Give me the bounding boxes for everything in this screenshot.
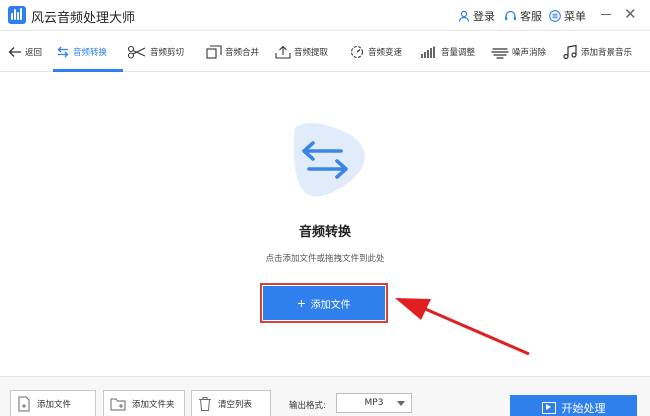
close-button[interactable]: ✕: [624, 7, 637, 22]
menu-label: 菜单: [564, 10, 586, 23]
music-note-icon: [563, 44, 577, 60]
tab-audio-extract[interactable]: 音频提取: [275, 43, 328, 61]
tool-tabs: 返回 音频转换 音频剪切 音频合并 音频提取 音频变速 音量调整 噪声消除 添加…: [0, 31, 650, 72]
start-process-button[interactable]: 开始处理: [510, 395, 637, 416]
volume-bars-icon: [421, 46, 435, 58]
bottom-toolbar: 添加文件 添加文件夹 清空列表 输出格式: MP3 开始处理: [0, 376, 650, 416]
service-label: 客服: [520, 10, 542, 23]
tab-label: 添加背景音乐: [581, 48, 633, 58]
minimize-button[interactable]: [601, 14, 611, 15]
add-folder-label: 添加文件夹: [132, 399, 175, 410]
login-label: 登录: [473, 10, 495, 23]
back-arrow-icon: [8, 47, 21, 57]
headset-icon: [505, 10, 516, 20]
tab-label: 音频剪切: [150, 48, 185, 58]
merge-icon: [206, 45, 222, 59]
format-value: MP3: [364, 398, 384, 408]
tab-label: 音频转换: [73, 48, 108, 58]
extract-icon: [275, 45, 291, 59]
tab-volume-adjust[interactable]: 音量调整: [420, 43, 475, 61]
tab-label: 音量调整: [441, 48, 476, 58]
app-title: 风云音频处理大师: [31, 11, 136, 26]
play-icon: [541, 401, 556, 414]
drop-zone[interactable]: 音频转换 点击添加文件或拖拽文件到此处 + 添加文件: [0, 72, 650, 362]
add-file-button[interactable]: + 添加文件: [263, 286, 385, 320]
scissors-icon: [127, 45, 146, 59]
title-bar: 风云音频处理大师 登录 客服 菜单 ✕: [0, 0, 650, 31]
format-select[interactable]: MP3: [336, 393, 412, 413]
bottom-add-file-label: 添加文件: [37, 399, 72, 410]
menu-button[interactable]: 菜单: [549, 8, 586, 24]
tab-audio-speed[interactable]: 音频变速: [349, 43, 402, 61]
tab-noise-removal[interactable]: 噪声消除: [491, 43, 546, 61]
convert-hero-icon: [293, 123, 365, 197]
tab-label: 音频提取: [294, 48, 329, 58]
start-label: 开始处理: [561, 402, 606, 415]
clear-list-label: 清空列表: [218, 399, 253, 410]
add-folder-button[interactable]: 添加文件夹: [103, 390, 185, 416]
app-logo-icon: [8, 6, 26, 24]
tab-label: 返回: [25, 48, 43, 58]
trash-icon: [199, 396, 211, 411]
noise-icon: [491, 48, 509, 59]
tab-label: 音频合并: [225, 48, 260, 58]
tab-add-bgm[interactable]: 添加背景音乐: [562, 43, 632, 61]
file-add-icon: [18, 396, 30, 411]
tab-audio-cut[interactable]: 音频剪切: [127, 43, 184, 61]
menu-icon: [549, 10, 561, 22]
user-icon: [458, 10, 470, 22]
folder-add-icon: [110, 398, 126, 410]
tab-label: 噪声消除: [512, 48, 547, 58]
speed-icon: [350, 45, 364, 59]
add-file-label: 添加文件: [310, 299, 351, 311]
tab-audio-convert[interactable]: 音频转换: [56, 43, 107, 61]
plus-icon: +: [297, 295, 306, 311]
tab-audio-merge[interactable]: 音频合并: [206, 43, 259, 61]
tab-back[interactable]: 返回: [8, 43, 42, 61]
bottom-add-file-button[interactable]: 添加文件: [10, 390, 96, 416]
chevron-down-icon: [397, 401, 405, 406]
clear-list-button[interactable]: 清空列表: [191, 390, 271, 416]
login-button[interactable]: 登录: [458, 8, 495, 24]
page-title: 音频转换: [298, 225, 351, 240]
convert-arrows-icon: [57, 46, 69, 58]
pointer-arrow-icon: [395, 298, 530, 356]
drop-hint: 点击添加文件或拖拽文件到此处: [265, 254, 385, 264]
format-label: 输出格式:: [289, 401, 326, 411]
service-button[interactable]: 客服: [504, 8, 542, 24]
tab-label: 音频变速: [368, 48, 403, 58]
